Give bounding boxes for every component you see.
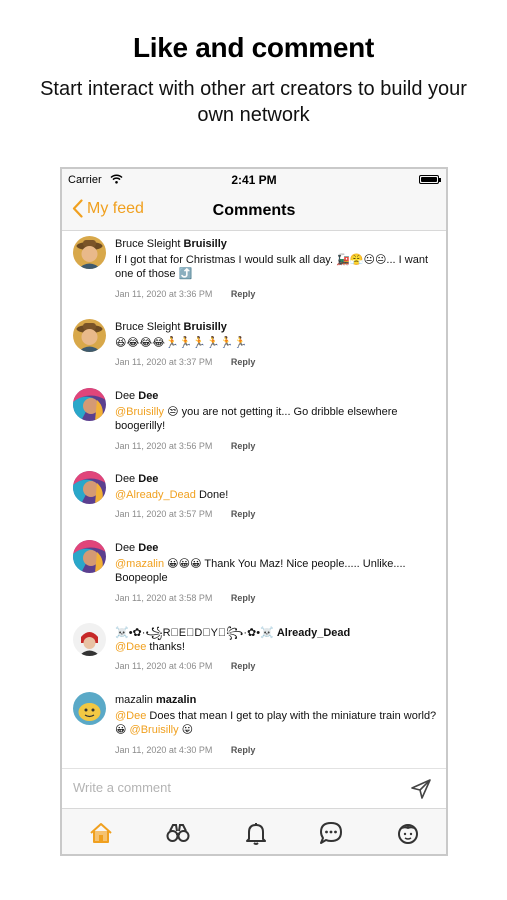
reply-button[interactable]: Reply bbox=[231, 593, 256, 603]
comment-body: thanks! bbox=[149, 641, 185, 653]
avatar[interactable] bbox=[73, 319, 106, 352]
reply-button[interactable]: Reply bbox=[231, 509, 256, 519]
comment-author: Dee Dee bbox=[115, 390, 158, 402]
promo-title: Like and comment bbox=[132, 32, 375, 63]
comment-date: Jan 11, 2020 at 3:58 PM bbox=[115, 593, 213, 603]
author-username[interactable]: mazalin bbox=[156, 694, 196, 706]
author-name: Dee bbox=[115, 542, 136, 554]
status-time: 2:41 PM bbox=[231, 173, 277, 187]
comment-input[interactable] bbox=[73, 780, 373, 795]
status-bar: Carrier 2:41 PM bbox=[62, 169, 446, 191]
comment-meta: Jan 11, 2020 at 3:56 PM Reply bbox=[115, 441, 255, 451]
author-name: ☠️•✿·꧁R⃟E⃟D⃟Y⃟꧂·✿•☠️ bbox=[115, 627, 274, 639]
comment-author: mazalin mazalin bbox=[115, 694, 196, 706]
comment-meta: Jan 11, 2020 at 3:57 PM Reply bbox=[115, 509, 255, 519]
chat-icon[interactable] bbox=[318, 820, 344, 846]
mention-link[interactable]: @Bruisilly bbox=[130, 724, 179, 736]
comment-text: @Bruisilly 😒 you are not getting it... G… bbox=[115, 405, 440, 433]
promo-subtitle: Start interact with other art creators t… bbox=[40, 78, 467, 126]
author-name: Bruce Sleight bbox=[115, 321, 181, 333]
author-username[interactable]: Bruisilly bbox=[184, 321, 227, 333]
page-title: Comments bbox=[212, 202, 296, 219]
comment-meta: Jan 11, 2020 at 3:37 PM Reply bbox=[115, 357, 255, 367]
comment-author: Dee Dee bbox=[115, 473, 158, 485]
send-icon[interactable] bbox=[410, 778, 432, 805]
comment-date: Jan 11, 2020 at 4:30 PM bbox=[115, 745, 213, 755]
avatar[interactable] bbox=[73, 692, 106, 725]
binoculars-icon[interactable] bbox=[165, 820, 191, 846]
comment-author: Bruce Sleight Bruisilly bbox=[115, 321, 227, 333]
reply-button[interactable]: Reply bbox=[231, 441, 256, 451]
comment-text: @mazalin 😀😀😀 Thank You Maz! Nice people.… bbox=[115, 557, 440, 585]
author-username[interactable]: Already_Dead bbox=[277, 627, 350, 639]
comment-composer bbox=[62, 768, 446, 808]
comment-meta: Jan 11, 2020 at 3:58 PM Reply bbox=[115, 593, 255, 603]
profile-icon[interactable] bbox=[395, 820, 421, 846]
comment-date: Jan 11, 2020 at 3:56 PM bbox=[115, 441, 213, 451]
tab-bar bbox=[62, 808, 446, 854]
comment-meta: Jan 11, 2020 at 4:06 PM Reply bbox=[115, 661, 255, 671]
avatar[interactable] bbox=[73, 623, 106, 656]
mention-link[interactable]: @Dee bbox=[115, 641, 146, 653]
reply-button[interactable]: Reply bbox=[231, 357, 256, 367]
reply-button[interactable]: Reply bbox=[231, 745, 256, 755]
reply-button[interactable]: Reply bbox=[231, 289, 256, 299]
mention-link[interactable]: @Dee bbox=[115, 710, 146, 722]
phone-frame: Carrier 2:41 PM My feed Comments Bruce S… bbox=[60, 167, 448, 856]
author-name: Dee bbox=[115, 390, 136, 402]
comment-meta: Jan 11, 2020 at 3:36 PM Reply bbox=[115, 289, 255, 299]
comment-text: 😆😂😂😂🏃🏃🏃🏃🏃🏃 bbox=[115, 337, 248, 349]
comment-meta: Jan 11, 2020 at 4:30 PM Reply bbox=[115, 745, 255, 755]
author-username[interactable]: Dee bbox=[138, 473, 158, 485]
comment-text: @Dee Does that mean I get to play with t… bbox=[115, 709, 440, 737]
mention-link[interactable]: @Bruisilly bbox=[115, 406, 164, 418]
home-icon[interactable] bbox=[88, 820, 114, 846]
avatar[interactable] bbox=[73, 540, 106, 573]
author-username[interactable]: Bruisilly bbox=[184, 238, 227, 250]
comment-date: Jan 11, 2020 at 4:06 PM bbox=[115, 661, 213, 671]
author-username[interactable]: Dee bbox=[138, 390, 158, 402]
comment-author: Dee Dee bbox=[115, 542, 158, 554]
navigation-bar: My feed Comments bbox=[62, 191, 446, 231]
comment-date: Jan 11, 2020 at 3:57 PM bbox=[115, 509, 213, 519]
author-name: mazalin bbox=[115, 694, 153, 706]
comment-body: Done! bbox=[198, 489, 229, 501]
avatar[interactable] bbox=[73, 236, 106, 269]
comment-author: Bruce Sleight Bruisilly bbox=[115, 238, 227, 250]
author-name: Bruce Sleight bbox=[115, 238, 181, 250]
comment-date: Jan 11, 2020 at 3:36 PM bbox=[115, 289, 213, 299]
battery-icon bbox=[419, 175, 441, 184]
reply-button[interactable]: Reply bbox=[231, 661, 256, 671]
avatar[interactable] bbox=[73, 471, 106, 504]
comment-body: 😛 bbox=[181, 724, 194, 736]
comment-date: Jan 11, 2020 at 3:37 PM bbox=[115, 357, 213, 367]
avatar[interactable] bbox=[73, 388, 106, 421]
author-username[interactable]: Dee bbox=[138, 542, 158, 554]
comment-text: @Already_Dead Done! bbox=[115, 488, 440, 502]
comment-text: @Dee thanks! bbox=[115, 640, 440, 654]
mention-link[interactable]: @mazalin bbox=[115, 558, 164, 570]
comment-text: If I got that for Christmas I would sulk… bbox=[115, 254, 429, 280]
bell-icon[interactable] bbox=[243, 820, 269, 846]
author-name: Dee bbox=[115, 473, 136, 485]
mention-link[interactable]: @Already_Dead bbox=[115, 489, 196, 501]
